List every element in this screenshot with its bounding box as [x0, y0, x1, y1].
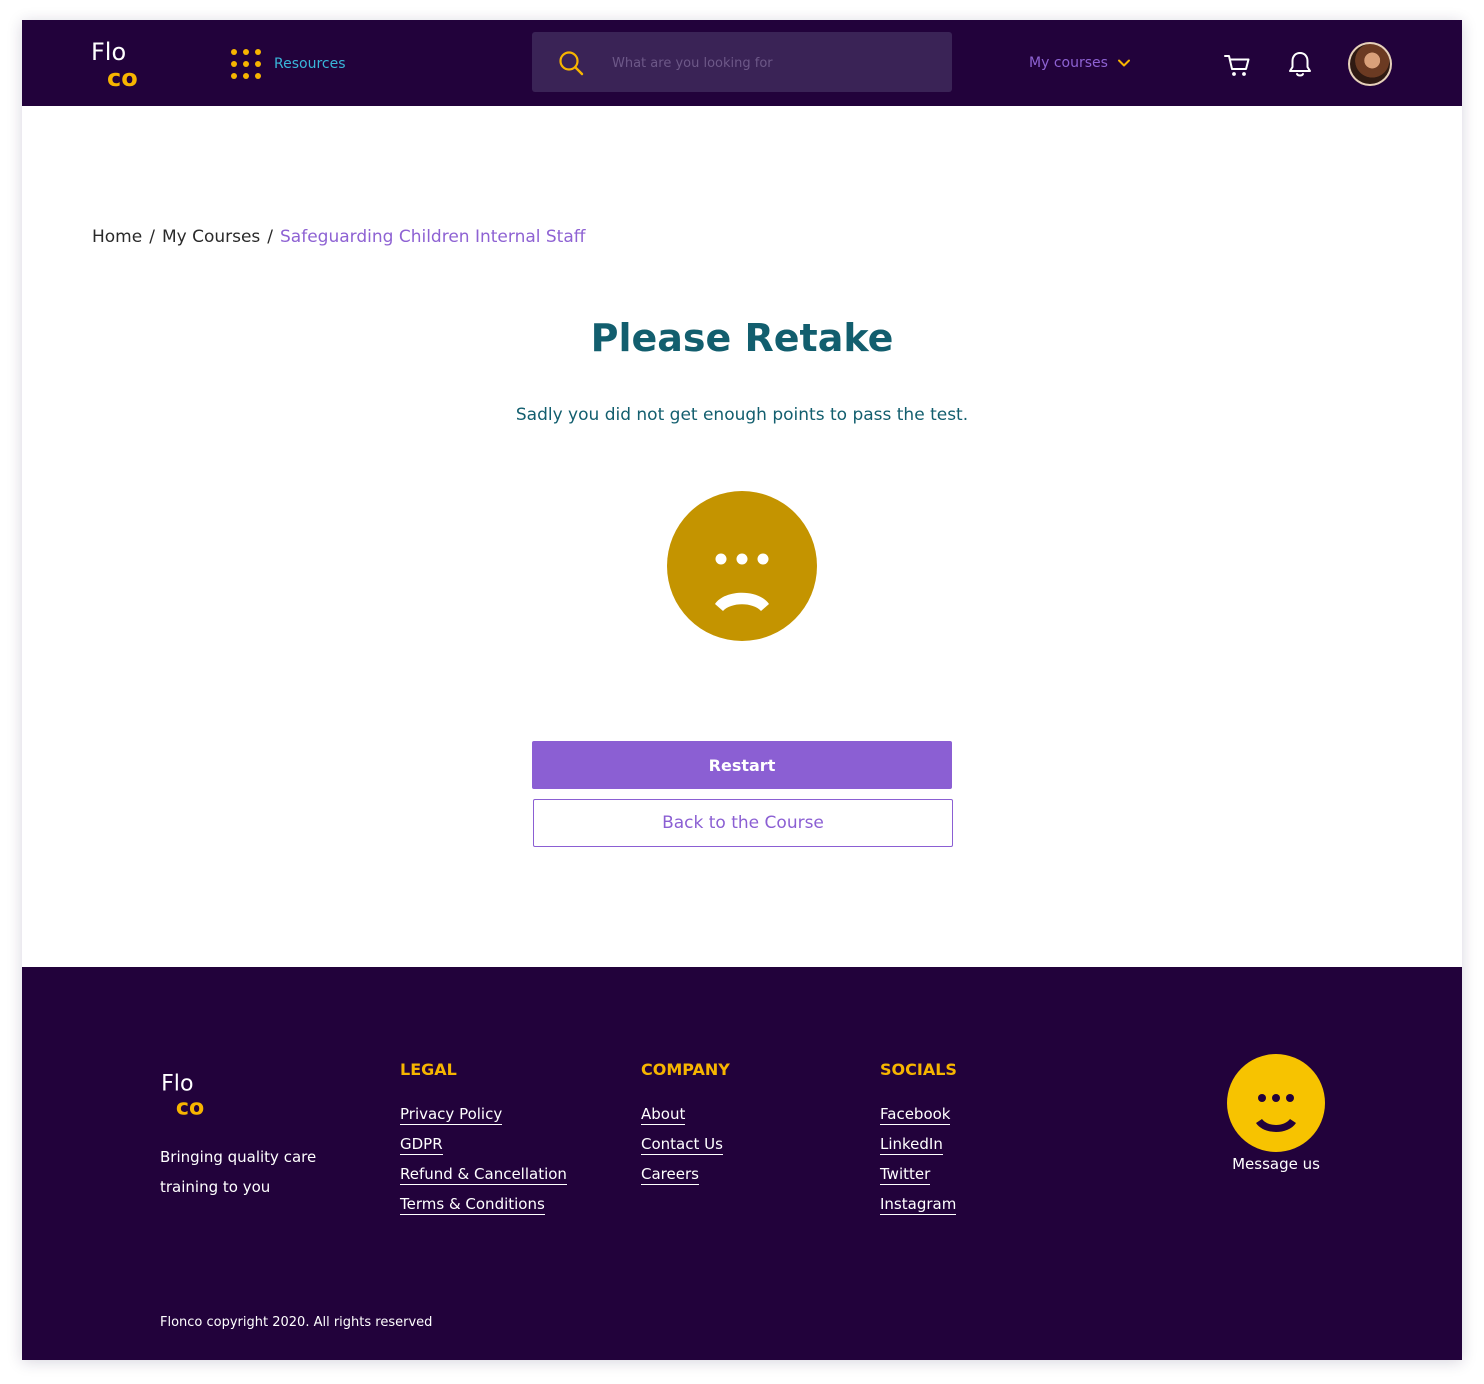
cart-icon[interactable]	[1223, 51, 1251, 79]
breadcrumb-current: Safeguarding Children Internal Staff	[280, 227, 586, 247]
page-title: Please Retake	[590, 316, 894, 360]
sad-face-icon	[667, 491, 817, 641]
footer-link-gdpr[interactable]: GDPR	[400, 1135, 443, 1155]
resources-label: Resources	[274, 56, 346, 72]
grid-dots-icon	[231, 49, 261, 79]
svg-text:Flo: Flo	[161, 1070, 193, 1096]
top-navbar: Flo co Resources My courses	[22, 20, 1462, 106]
footer-logo[interactable]: Flo co	[160, 1070, 212, 1118]
footer-link-facebook[interactable]: Facebook	[880, 1105, 951, 1125]
footer-link-terms-conditions[interactable]: Terms & Conditions	[400, 1195, 545, 1215]
footer: Flo co Bringing quality care training to…	[22, 967, 1462, 1360]
footer-legal-column: LEGAL Privacy Policy GDPR Refund & Cance…	[400, 1060, 567, 1225]
footer-link-careers[interactable]: Careers	[641, 1165, 699, 1185]
svg-text:Flo: Flo	[91, 38, 126, 66]
footer-socials-heading: SOCIALS	[880, 1060, 957, 1079]
breadcrumb: Home / My Courses / Safeguarding Children In…	[92, 227, 585, 247]
search-input[interactable]	[610, 46, 934, 80]
footer-company-heading: COMPANY	[641, 1060, 730, 1079]
footer-link-refund-cancellation[interactable]: Refund & Cancellation	[400, 1165, 567, 1185]
footer-link-instagram[interactable]: Instagram	[880, 1195, 957, 1215]
search-icon[interactable]	[558, 50, 584, 76]
breadcrumb-separator: /	[267, 227, 274, 247]
back-to-course-button[interactable]: Back to the Course	[533, 799, 953, 847]
footer-tagline: Bringing quality care training to you	[160, 1148, 317, 1196]
avatar[interactable]	[1348, 42, 1392, 86]
footer-link-contact-us[interactable]: Contact Us	[641, 1135, 723, 1155]
footer-company-column: COMPANY About Contact Us Careers	[641, 1060, 730, 1195]
footer-legal-heading: LEGAL	[400, 1060, 457, 1079]
result-message: Sadly you did not get enough points to p…	[515, 405, 969, 425]
svg-text:co: co	[176, 1094, 204, 1118]
footer-link-privacy-policy[interactable]: Privacy Policy	[400, 1105, 503, 1125]
happy-face-icon	[1227, 1054, 1325, 1152]
logo[interactable]: Flo co	[91, 38, 145, 90]
message-us-button[interactable]: Message us	[1218, 1053, 1334, 1173]
message-us-label: Message us	[1232, 1155, 1320, 1173]
footer-link-about[interactable]: About	[641, 1105, 686, 1125]
footer-link-twitter[interactable]: Twitter	[880, 1165, 931, 1185]
page-frame: Flo co Resources My courses	[22, 20, 1462, 1360]
breadcrumb-home[interactable]: Home	[92, 227, 142, 247]
breadcrumb-my-courses[interactable]: My Courses	[162, 227, 260, 247]
restart-button[interactable]: Restart	[532, 741, 952, 789]
search-bar	[532, 32, 952, 92]
my-courses-label: My courses	[1029, 55, 1108, 71]
bell-icon[interactable]	[1287, 50, 1313, 78]
footer-socials-column: SOCIALS Facebook LinkedIn Twitter Instag…	[880, 1060, 957, 1225]
resources-menu[interactable]: Resources	[231, 49, 346, 79]
copyright: Flonco copyright 2020. All rights reserv…	[160, 1315, 433, 1330]
my-courses-dropdown[interactable]: My courses	[1029, 50, 1131, 76]
footer-link-linkedin[interactable]: LinkedIn	[880, 1135, 943, 1155]
svg-text:co: co	[107, 64, 138, 90]
chevron-down-icon	[1117, 59, 1130, 67]
breadcrumb-separator: /	[149, 227, 155, 247]
